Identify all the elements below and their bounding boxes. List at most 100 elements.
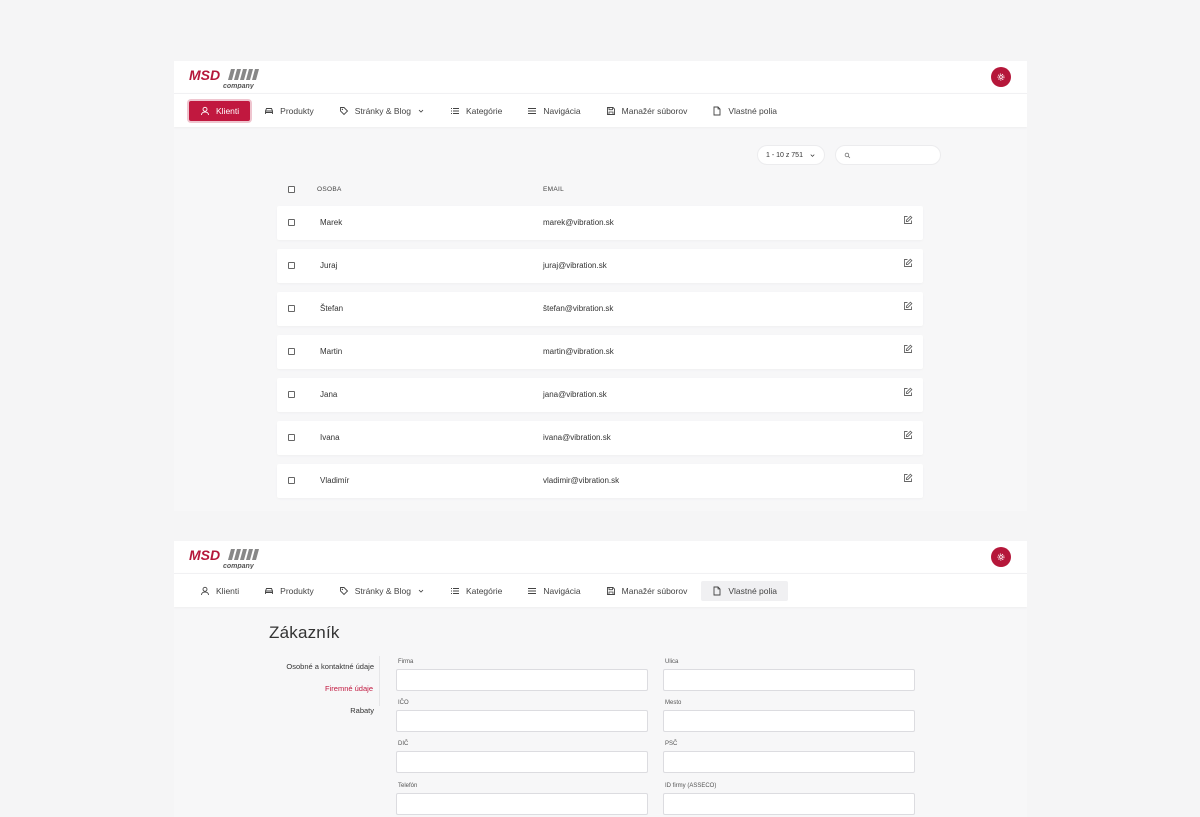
- save-icon: [606, 106, 616, 116]
- field-ico: IČO: [396, 700, 648, 732]
- table-row[interactable]: Ivana ivana@vibration.sk: [277, 421, 923, 455]
- client-email: marek@vibration.sk: [543, 218, 614, 227]
- car-icon: [264, 586, 274, 596]
- nav-item-stranky-blog[interactable]: Stránky & Blog: [328, 101, 436, 121]
- select-all-checkbox[interactable]: [288, 186, 295, 193]
- msd-company-logo[interactable]: [189, 67, 261, 89]
- telefon-input[interactable]: [396, 793, 648, 815]
- chevron-down-icon: [809, 152, 816, 159]
- tabs-divider: [379, 656, 380, 706]
- gear-icon: [996, 552, 1006, 562]
- top-bar: [174, 541, 1027, 573]
- field-label: PSČ: [665, 741, 678, 747]
- client-name: Ivana: [320, 433, 340, 442]
- row-checkbox[interactable]: [288, 262, 295, 269]
- client-name: Jana: [320, 390, 338, 399]
- table-row[interactable]: Marek marek@vibration.sk: [277, 206, 923, 240]
- file-icon: [712, 586, 722, 596]
- msd-company-logo[interactable]: [189, 547, 261, 569]
- edit-icon[interactable]: [903, 430, 913, 440]
- row-checkbox[interactable]: [288, 391, 295, 398]
- row-checkbox[interactable]: [288, 219, 295, 226]
- top-bar: [174, 61, 1027, 93]
- nav-item-stranky-blog[interactable]: Stránky & Blog: [328, 581, 436, 601]
- settings-button[interactable]: [991, 547, 1011, 567]
- nav-item-kategorie[interactable]: Kategórie: [439, 101, 513, 121]
- field-ulica: Ulica: [663, 659, 915, 691]
- nav-item-produkty[interactable]: Produkty: [253, 101, 325, 121]
- table-row[interactable]: Martin martin@vibration.sk: [277, 335, 923, 369]
- column-header-osoba[interactable]: OSOBA: [317, 186, 342, 193]
- customer-tabs: Osobné a kontaktné údaje Firemné údaje R…: [264, 658, 380, 724]
- edit-icon[interactable]: [903, 473, 913, 483]
- search-input[interactable]: [854, 151, 935, 159]
- nav-item-klienti[interactable]: Klienti: [189, 100, 251, 121]
- main-nav: Klienti Produkty Stránky & Blog Kategóri…: [174, 93, 1027, 127]
- edit-icon[interactable]: [903, 387, 913, 397]
- gear-icon: [996, 72, 1006, 82]
- save-icon: [606, 586, 616, 596]
- firma-input[interactable]: [396, 669, 648, 691]
- page-title: Zákazník: [269, 623, 340, 642]
- tab-firemne-udaje[interactable]: Firemné údaje: [264, 680, 380, 702]
- field-firma: Firma: [396, 659, 648, 691]
- nav-item-navigacia[interactable]: Navigácia: [516, 101, 591, 121]
- tag-icon: [339, 106, 349, 116]
- dic-input[interactable]: [396, 751, 648, 773]
- client-name: Juraj: [320, 261, 338, 270]
- pagination-dropdown[interactable]: 1 - 10 z 751: [757, 145, 825, 165]
- table-row[interactable]: Vladimír vladimir@vibration.sk: [277, 464, 923, 498]
- edit-icon[interactable]: [903, 301, 913, 311]
- row-checkbox[interactable]: [288, 348, 295, 355]
- file-icon: [712, 106, 722, 116]
- nav-item-produkty[interactable]: Produkty: [253, 581, 325, 601]
- table-row[interactable]: Juraj juraj@vibration.sk: [277, 249, 923, 283]
- search-box: [834, 145, 941, 165]
- user-icon: [200, 586, 210, 596]
- row-checkbox[interactable]: [288, 434, 295, 441]
- nav-item-klienti[interactable]: Klienti: [189, 581, 250, 601]
- field-dic: DIČ: [396, 741, 648, 773]
- client-email: juraj@vibration.sk: [543, 261, 607, 270]
- tab-osobne-kontaktne-udaje[interactable]: Osobné a kontaktné údaje: [264, 658, 380, 680]
- id-firmy-input[interactable]: [663, 793, 915, 815]
- customer-screen: Klienti Produkty Stránky & Blog Kategóri…: [174, 541, 1027, 817]
- menu-icon: [527, 106, 537, 116]
- edit-icon[interactable]: [903, 215, 913, 225]
- search-icon: [844, 152, 851, 159]
- clients-table: Marek marek@vibration.sk Juraj juraj@vib…: [277, 206, 923, 507]
- tag-icon: [339, 586, 349, 596]
- nav-item-vlastne-polia[interactable]: Vlastné polia: [701, 101, 788, 121]
- edit-icon[interactable]: [903, 344, 913, 354]
- client-email: martin@vibration.sk: [543, 347, 614, 356]
- nav-item-vlastne-polia[interactable]: Vlastné polia: [701, 580, 788, 601]
- table-row[interactable]: Jana jana@vibration.sk: [277, 378, 923, 412]
- row-checkbox[interactable]: [288, 477, 295, 484]
- nav-item-navigacia[interactable]: Navigácia: [516, 581, 591, 601]
- clients-screen: Klienti Produkty Stránky & Blog Kategóri…: [174, 61, 1027, 511]
- ico-input[interactable]: [396, 710, 648, 732]
- main-nav: Klienti Produkty Stránky & Blog Kategóri…: [174, 573, 1027, 607]
- field-label: Mesto: [665, 700, 682, 706]
- table-header: OSOBA EMAIL: [277, 183, 923, 197]
- nav-item-manazer-suborov[interactable]: Manažér súborov: [595, 101, 699, 121]
- field-id-firmy-asseco: ID firmy (ASSECO): [663, 783, 915, 815]
- column-header-email[interactable]: EMAIL: [543, 186, 564, 193]
- nav-item-manazer-suborov[interactable]: Manažér súborov: [595, 581, 699, 601]
- client-name: Marek: [320, 218, 343, 227]
- edit-icon[interactable]: [903, 258, 913, 268]
- menu-icon: [527, 586, 537, 596]
- list-icon: [450, 106, 460, 116]
- psc-input[interactable]: [663, 751, 915, 773]
- tab-rabaty[interactable]: Rabaty: [264, 702, 380, 724]
- table-row[interactable]: Štefan štefan@vibration.sk: [277, 292, 923, 326]
- field-mesto: Mesto: [663, 700, 915, 732]
- list-icon: [450, 586, 460, 596]
- settings-button[interactable]: [991, 67, 1011, 87]
- row-checkbox[interactable]: [288, 305, 295, 312]
- nav-item-kategorie[interactable]: Kategórie: [439, 581, 513, 601]
- client-email: štefan@vibration.sk: [543, 304, 614, 313]
- ulica-input[interactable]: [663, 669, 915, 691]
- mesto-input[interactable]: [663, 710, 915, 732]
- chevron-down-icon: [417, 107, 425, 115]
